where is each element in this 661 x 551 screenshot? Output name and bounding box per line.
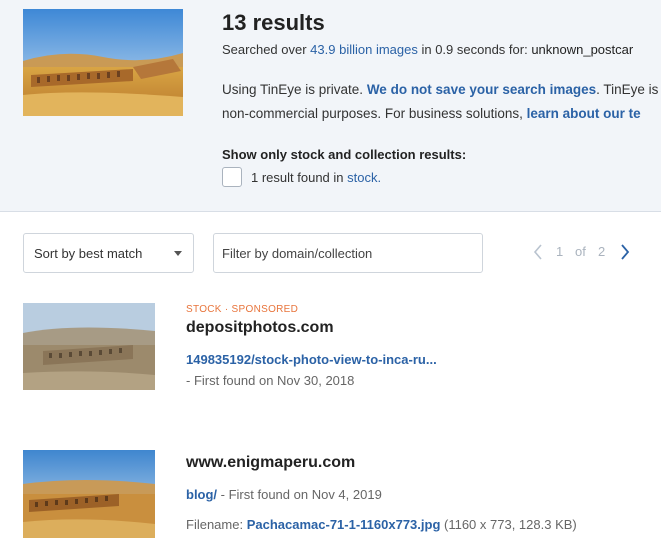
result-domain: www.enigmaperu.com — [186, 454, 356, 471]
search-stats-mid: in 0.9 seconds for: — [417, 42, 532, 57]
stock-found-prefix: 1 result found in — [251, 170, 348, 185]
business-prefix: non-commercial purposes. For business so… — [222, 106, 527, 121]
search-stats-prefix: Searched over — [222, 42, 311, 57]
result-link-line: blog/ - First found on Nov 4, 2019 — [186, 487, 382, 502]
chevron-left-icon[interactable] — [533, 244, 543, 260]
privacy-suffix: . TinEye is — [596, 82, 659, 97]
first-found-date: - First found on Nov 4, 2019 — [217, 487, 382, 502]
query-filename: unknown_postcar — [531, 42, 634, 57]
result-page-link[interactable]: blog/ — [186, 487, 217, 502]
page-current: 1 — [556, 244, 564, 259]
result-thumbnail[interactable] — [23, 450, 155, 538]
sort-label: Sort by best match — [34, 246, 143, 261]
query-image-thumbnail — [23, 9, 183, 116]
filename-label: Filename: — [186, 517, 247, 532]
stock-sponsored-tag: STOCK · SPONSORED — [186, 304, 299, 315]
result-filename-line: Filename: Pachacamac-71-1-1160x773.jpg (… — [186, 517, 577, 532]
page-of: of — [575, 244, 586, 259]
image-count-link[interactable]: 43.9 billion images — [310, 42, 418, 57]
privacy-prefix: Using TinEye is private. — [222, 82, 367, 97]
stock-link[interactable]: stock. — [347, 170, 381, 185]
file-info: (1160 x 773, 128.3 KB) — [440, 517, 577, 532]
filename-link[interactable]: Pachacamac-71-1-1160x773.jpg — [247, 517, 441, 532]
first-found-date: - First found on Nov 30, 2018 — [186, 373, 355, 388]
business-link[interactable]: learn about our te — [527, 106, 641, 121]
search-stats: Searched over 43.9 billion images in 0.9… — [222, 42, 633, 57]
chevron-right-icon[interactable] — [620, 244, 630, 260]
page-total: 2 — [598, 244, 606, 259]
dropdown-caret-icon — [174, 251, 182, 256]
privacy-text-line2: non-commercial purposes. For business so… — [222, 106, 641, 121]
results-count-title: 13 results — [222, 10, 325, 35]
result-image-link[interactable]: 149835192/stock-photo-view-to-inca-ru... — [186, 352, 437, 367]
search-summary-panel: 13 results Searched over 43.9 billion im… — [0, 0, 661, 212]
stock-filter-heading: Show only stock and collection results: — [222, 147, 467, 162]
privacy-text-line1: Using TinEye is private. We do not save … — [222, 82, 658, 97]
sort-dropdown[interactable]: Sort by best match — [23, 233, 194, 273]
privacy-link[interactable]: We do not save your search images — [367, 82, 596, 97]
result-domain: depositphotos.com — [186, 319, 334, 336]
stock-only-checkbox[interactable] — [222, 167, 242, 187]
stock-found-text: 1 result found in stock. — [251, 170, 381, 185]
filter-domain-input[interactable] — [213, 233, 483, 273]
result-thumbnail[interactable] — [23, 303, 155, 390]
